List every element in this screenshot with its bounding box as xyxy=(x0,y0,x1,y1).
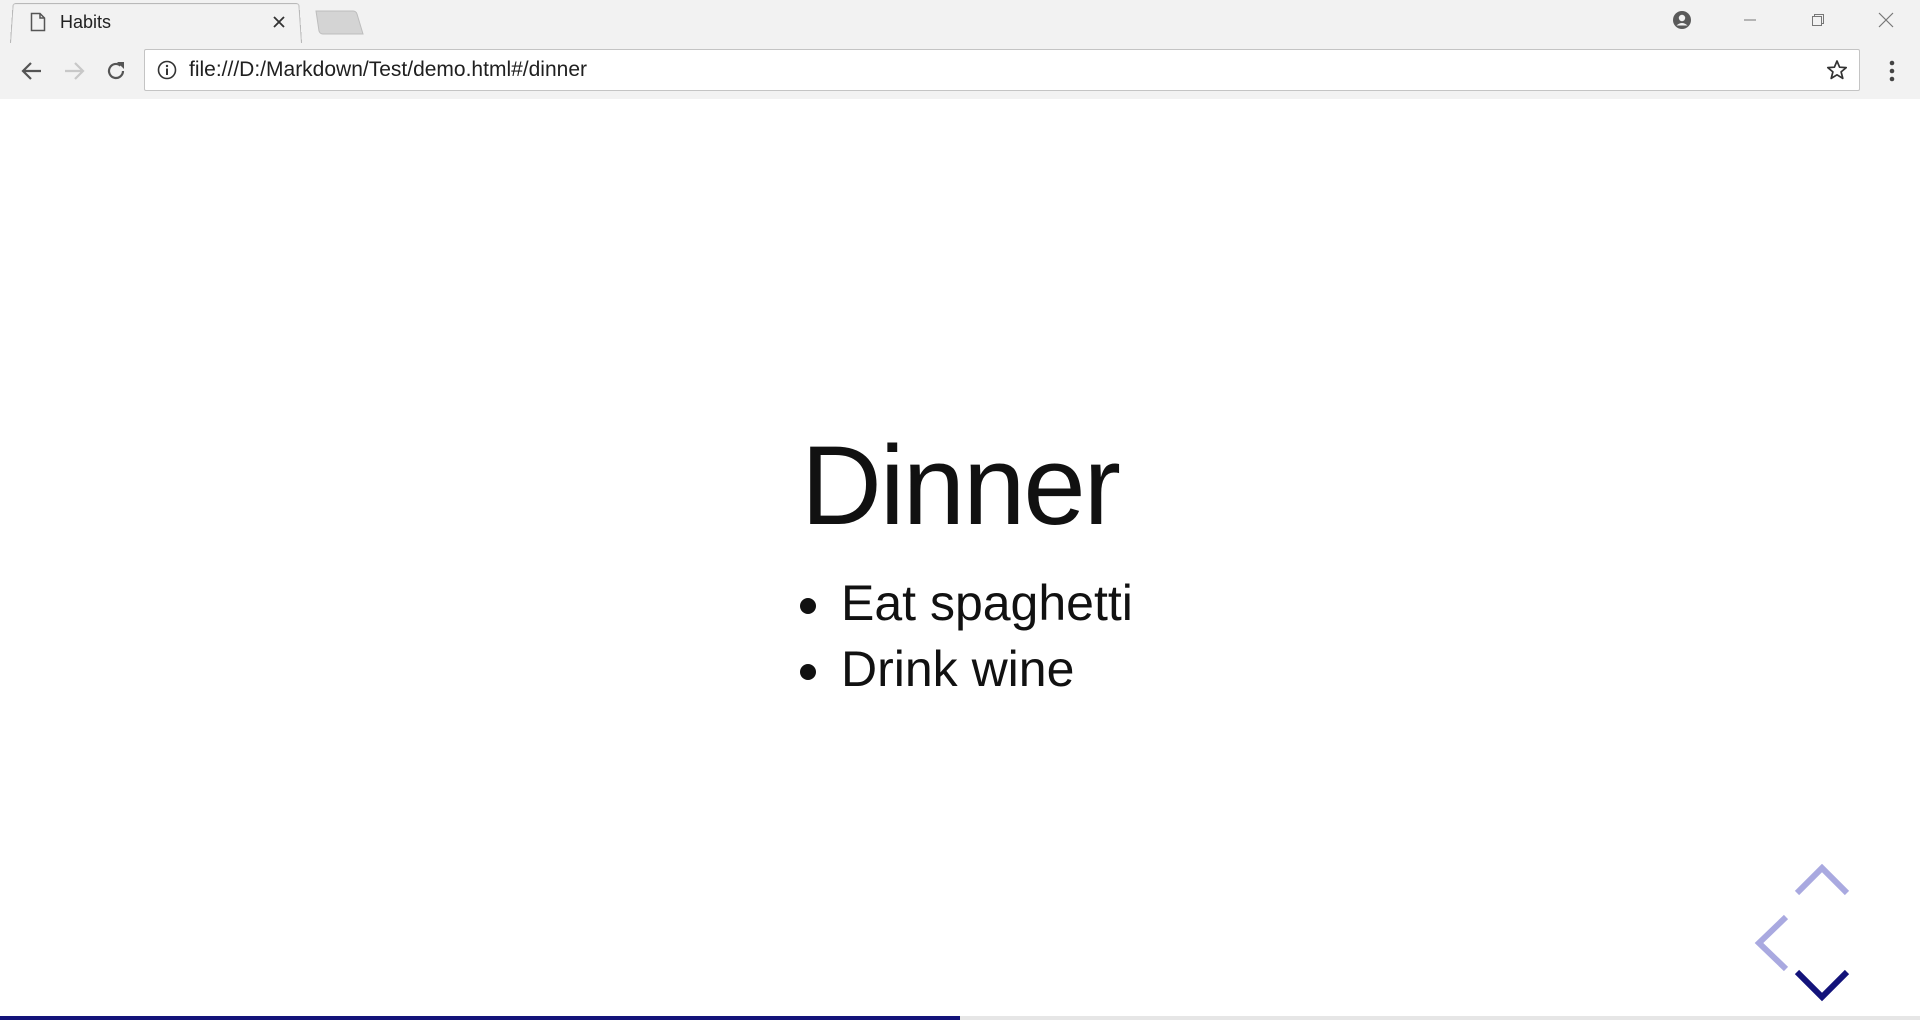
minimize-icon[interactable] xyxy=(1716,0,1784,40)
page-icon xyxy=(30,12,46,32)
toolbar: file:///D:/Markdown/Test/demo.html#/dinn… xyxy=(0,43,1920,99)
window-close-icon[interactable] xyxy=(1852,0,1920,40)
back-icon[interactable] xyxy=(12,51,52,91)
info-icon[interactable] xyxy=(147,50,187,90)
star-icon[interactable] xyxy=(1817,50,1857,90)
chevron-left-icon xyxy=(1754,914,1789,972)
slide-title: Dinner xyxy=(801,423,1121,548)
reload-icon[interactable] xyxy=(96,51,136,91)
tab-title: Habits xyxy=(60,11,112,32)
list-item: Drink wine xyxy=(800,636,1133,702)
tab-strip: Habits xyxy=(0,0,1920,44)
chevron-up-icon xyxy=(1794,864,1850,896)
navigate-left-button[interactable] xyxy=(1752,913,1792,973)
bullet-icon xyxy=(800,598,816,614)
slide-progress-bar xyxy=(0,1016,1920,1020)
progress-fill xyxy=(0,1016,960,1020)
profile-icon[interactable] xyxy=(1648,0,1716,40)
list-item-text: Eat spaghetti xyxy=(841,575,1133,631)
slide: Dinner Eat spaghetti Drink wine xyxy=(0,100,1920,1020)
page-viewport: Dinner Eat spaghetti Drink wine xyxy=(0,100,1920,1020)
bullet-icon xyxy=(800,664,816,680)
navigate-up-button[interactable] xyxy=(1792,861,1852,899)
menu-icon[interactable] xyxy=(1872,51,1912,91)
forward-icon[interactable] xyxy=(54,51,94,91)
list-item-text: Drink wine xyxy=(841,641,1075,697)
navigate-down-button[interactable] xyxy=(1792,965,1852,1005)
tab-content: Habits xyxy=(30,8,295,36)
address-bar[interactable]: file:///D:/Markdown/Test/demo.html#/dinn… xyxy=(144,49,1860,91)
slide-bullet-list: Eat spaghetti Drink wine xyxy=(800,570,1133,702)
chevron-down-icon xyxy=(1794,969,1850,1002)
list-item: Eat spaghetti xyxy=(800,570,1133,636)
browser-chrome: Habits file:///D:/Markdown/Test/demo.htm… xyxy=(0,0,1920,99)
url-text[interactable]: file:///D:/Markdown/Test/demo.html#/dinn… xyxy=(187,58,1817,82)
new-tab-icon[interactable] xyxy=(313,10,365,36)
close-icon[interactable] xyxy=(269,12,289,32)
restore-icon[interactable] xyxy=(1784,0,1852,40)
window-controls xyxy=(1648,0,1920,40)
slide-navigation-controls xyxy=(1752,855,1860,1015)
